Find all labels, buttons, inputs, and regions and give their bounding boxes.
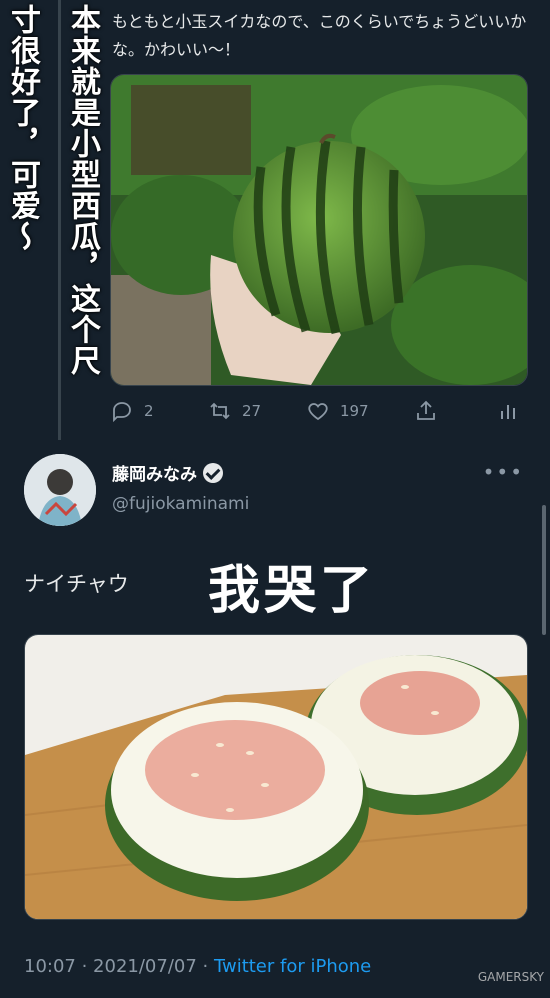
more-icon[interactable]: •••	[483, 460, 524, 484]
analytics-button[interactable]	[496, 399, 530, 423]
tweet-action-bar: 2 27 197	[110, 396, 530, 426]
verified-icon	[203, 462, 223, 483]
like-count: 197	[339, 402, 369, 420]
scrollbar[interactable]	[542, 505, 546, 635]
reply-icon	[113, 402, 131, 423]
tweet-text: もともと小玉スイカなので、このくらいでちょうどいいかな。かわいい〜！	[112, 12, 527, 59]
tweet-photo-watermelon-hand[interactable]	[110, 74, 528, 386]
tweet-timestamp: 10:07 · 2021/07/07 · Twitter for iPhone	[24, 956, 371, 977]
overlay-caption-col1: 寸很好了，可爱～	[5, 4, 40, 252]
display-name-row[interactable]: 藤岡みなみ	[112, 460, 223, 485]
retweet-count: 27	[241, 402, 262, 420]
user-handle[interactable]: @fujiokaminami	[112, 494, 249, 514]
like-button[interactable]: 197	[306, 399, 414, 423]
share-button[interactable]	[414, 399, 496, 423]
avatar[interactable]	[24, 454, 96, 526]
retweet-icon	[210, 402, 230, 420]
reply-button[interactable]: 2	[110, 399, 208, 423]
tweet-source-link[interactable]: Twitter for iPhone	[214, 956, 371, 977]
overlay-caption-col2: 本来就是小型西瓜，这个尺	[65, 4, 100, 376]
retweet-button[interactable]: 27	[208, 399, 306, 423]
like-icon	[308, 403, 328, 421]
display-name: 藤岡みなみ	[112, 465, 197, 485]
share-icon	[416, 400, 435, 420]
analytics-icon	[501, 405, 515, 419]
reply-tweet-text: ナイチャウ	[24, 572, 129, 596]
tweet-photo-sliced-watermelon[interactable]	[24, 634, 528, 920]
timestamp-text: 10:07 · 2021/07/07 ·	[24, 956, 214, 977]
watermark: GAMERSKY	[477, 970, 544, 984]
thread-line	[58, 0, 61, 440]
overlay-caption-cry: 我哭了	[208, 561, 377, 621]
reply-count: 2	[144, 402, 154, 420]
